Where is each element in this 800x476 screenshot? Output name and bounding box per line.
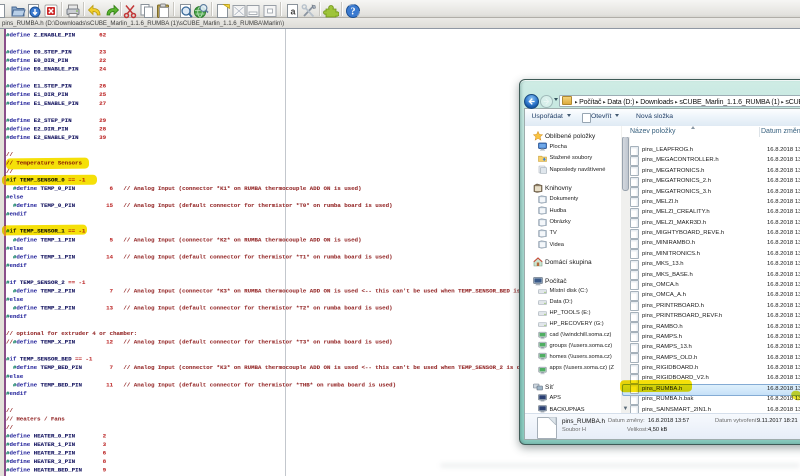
svg-text:?: ? [351,7,356,18]
